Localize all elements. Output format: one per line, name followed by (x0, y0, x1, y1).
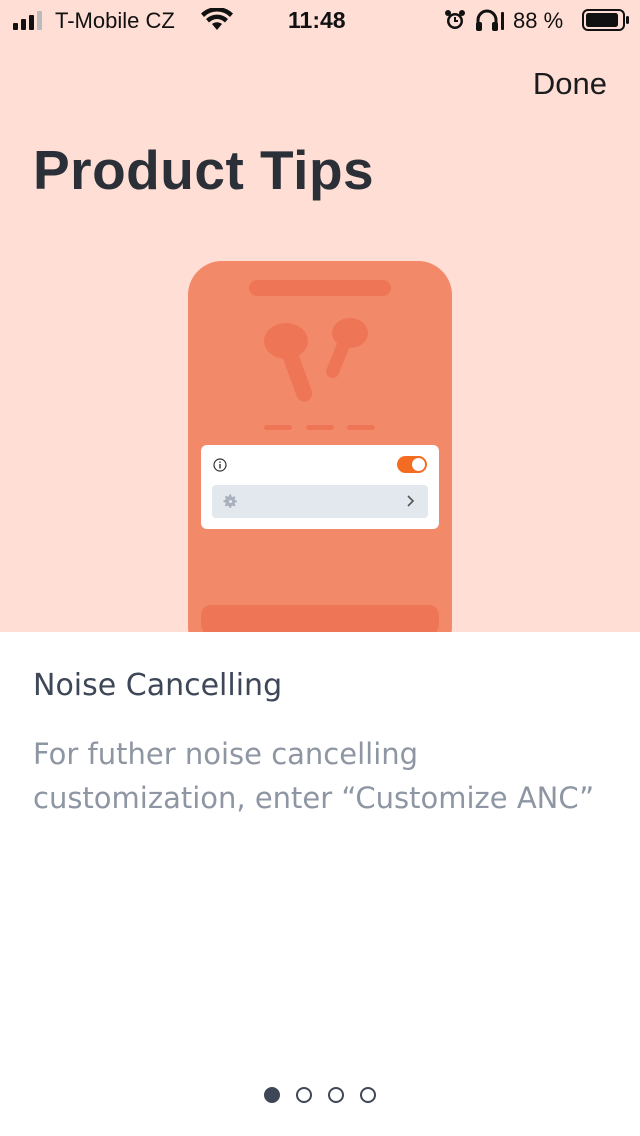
page-dot-4[interactable] (360, 1087, 376, 1103)
page-indicator (264, 1087, 384, 1105)
phone-illustration (188, 261, 452, 632)
customize-anc-row (212, 485, 428, 518)
page-dot-3[interactable] (328, 1087, 344, 1103)
status-bar: T-Mobile CZ 11:48 88 % (0, 0, 640, 40)
battery-icon (582, 9, 629, 31)
hero-section: T-Mobile CZ 11:48 88 % Done Product Tips (0, 0, 640, 632)
dash (347, 425, 375, 430)
wifi-icon (201, 8, 233, 30)
page-dot-1[interactable] (264, 1087, 280, 1103)
product-tips-screen: T-Mobile CZ 11:48 88 % Done Product Tips… (0, 0, 640, 1136)
tip-title: Noise Cancelling (33, 668, 283, 703)
headphones-icon (476, 9, 504, 31)
done-button[interactable]: Done (533, 66, 607, 102)
dash (306, 425, 334, 430)
earbuds-icon (264, 318, 368, 402)
phone-notch (249, 280, 391, 296)
phone-bottom-bar (201, 605, 439, 632)
info-icon (213, 458, 227, 472)
chevron-right-icon (407, 495, 415, 507)
battery-percent: 88 % (513, 8, 564, 33)
tip-description: For futher noise cancelling customizatio… (33, 737, 595, 815)
dash (264, 425, 292, 430)
page-dot-2[interactable] (296, 1087, 312, 1103)
anc-settings-card (201, 445, 439, 529)
page-dashes (264, 425, 376, 431)
page-title: Product Tips (33, 139, 375, 201)
status-time: 11:48 (288, 7, 346, 33)
signal-icon (13, 11, 42, 30)
anc-toggle (397, 456, 427, 473)
gear-icon (223, 494, 237, 508)
toggle-knob (412, 458, 425, 471)
alarm-icon (445, 10, 465, 29)
carrier-name: T-Mobile CZ (55, 8, 175, 33)
